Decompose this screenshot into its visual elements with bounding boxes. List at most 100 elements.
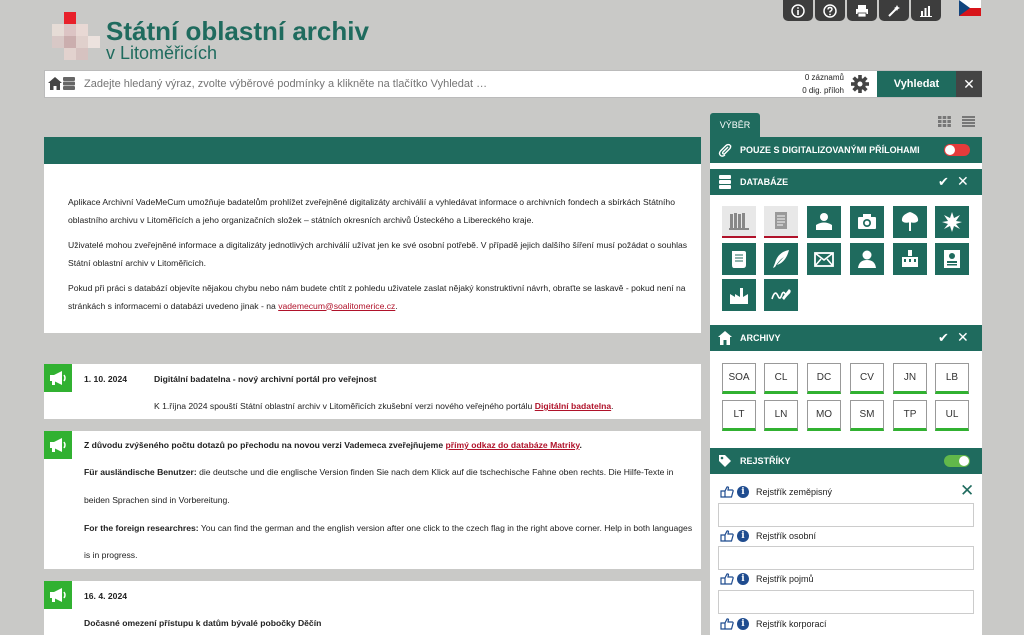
digital-only-header: POUZE S DIGITALIZOVANÝMI PŘÍLOHAMI bbox=[710, 137, 982, 163]
check-all-icon[interactable]: ✔ bbox=[938, 174, 949, 190]
hand-pointer-icon[interactable] bbox=[720, 486, 734, 498]
archive-jn[interactable]: JN bbox=[893, 363, 927, 394]
main-header-bar bbox=[44, 137, 701, 164]
gear-icon[interactable] bbox=[849, 73, 871, 95]
list-view-icon[interactable] bbox=[962, 116, 975, 127]
intro-paragraph: Pokud při práci s databází objevíte něja… bbox=[68, 283, 686, 311]
archive-soa[interactable]: SOA bbox=[722, 363, 756, 394]
hand-pointer-icon[interactable] bbox=[720, 618, 734, 630]
site-subtitle: v Litoměřicích bbox=[106, 43, 218, 63]
portrait-icon[interactable] bbox=[935, 243, 969, 275]
search-button[interactable]: Vyhledat bbox=[877, 71, 956, 97]
news-lead: Z důvodu zvýšeného počtu dotazů po přech… bbox=[84, 440, 582, 450]
books-icon[interactable] bbox=[722, 206, 756, 238]
archive-ul[interactable]: UL bbox=[935, 400, 969, 431]
archive-tp[interactable]: TP bbox=[893, 400, 927, 431]
magic-wand-icon[interactable] bbox=[879, 0, 909, 21]
news-date: 1. 10. 2024 bbox=[84, 374, 128, 384]
attachment-count: 0 dig. příloh bbox=[802, 86, 844, 95]
archive-cv[interactable]: CV bbox=[850, 363, 884, 394]
register-label: Rejstřík korporací bbox=[756, 619, 827, 629]
document-icon[interactable] bbox=[764, 206, 798, 238]
archive-lt[interactable]: LT bbox=[722, 400, 756, 431]
register-label: Rejstřík osobní bbox=[756, 531, 817, 541]
help-icon[interactable] bbox=[815, 0, 845, 21]
archive-mo[interactable]: MO bbox=[807, 400, 841, 431]
clear-search-button[interactable]: ✕ bbox=[956, 71, 982, 97]
news-item: 16. 4. 2024 Dočasné omezení přístupu k d… bbox=[44, 581, 701, 635]
archive-sm[interactable]: SM bbox=[850, 400, 884, 431]
uncheck-all-icon[interactable]: ✕ bbox=[957, 173, 969, 190]
archives-label: ARCHIVY bbox=[740, 333, 781, 343]
info-icon[interactable]: i bbox=[737, 486, 749, 498]
news-text-de-2: beiden Sprachen sind in Vorbereitung. bbox=[84, 495, 230, 505]
matriky-link[interactable]: přímý odkaz do databáze Matriky bbox=[446, 440, 580, 450]
megaphone-icon bbox=[44, 431, 72, 459]
person-icon[interactable] bbox=[850, 243, 884, 275]
reader-icon[interactable] bbox=[807, 206, 841, 238]
seal-icon[interactable] bbox=[935, 206, 969, 238]
news-item: 1. 10. 2024 Digitální badatelna - nový a… bbox=[44, 364, 701, 419]
factory-icon[interactable] bbox=[722, 279, 756, 311]
news-date: 16. 4. 2024 bbox=[84, 591, 128, 601]
registers-label: REJSTŘÍKY bbox=[740, 456, 791, 466]
check-all-icon[interactable]: ✔ bbox=[938, 330, 949, 346]
contact-email-link[interactable]: vademecum@soalitomerice.cz bbox=[278, 301, 395, 311]
registers-toggle[interactable] bbox=[944, 455, 970, 467]
logo[interactable] bbox=[52, 12, 104, 62]
print-icon[interactable] bbox=[847, 0, 877, 21]
megaphone-icon bbox=[44, 364, 72, 392]
archive-dc[interactable]: DC bbox=[807, 363, 841, 394]
tab-vyber[interactable]: VÝBĚR bbox=[710, 113, 760, 137]
databases-label: DATABÁZE bbox=[740, 177, 789, 187]
news-title: Dočasné omezení přístupu k datům bývalé … bbox=[84, 618, 322, 628]
tag-icon bbox=[719, 455, 731, 467]
hand-pointer-icon[interactable] bbox=[720, 573, 734, 585]
scroll-icon[interactable] bbox=[722, 243, 756, 275]
news-text: K 1.října 2024 spouští Státní oblastní a… bbox=[154, 401, 614, 411]
registers-header: REJSTŘÍKY bbox=[710, 448, 982, 474]
news-text-de: Für ausländische Benutzer: die deutsche … bbox=[84, 467, 674, 477]
search-input[interactable] bbox=[84, 71, 784, 97]
news-title: Digitální badatelna - nový archivní port… bbox=[154, 374, 377, 384]
envelope-icon[interactable] bbox=[807, 243, 841, 275]
archive-cl[interactable]: CL bbox=[764, 363, 798, 394]
news-text-en: For the foreign researchres: You can fin… bbox=[84, 523, 693, 533]
feather-icon[interactable] bbox=[764, 243, 798, 275]
digital-badatelna-link[interactable]: Digitální badatelna bbox=[535, 401, 611, 411]
record-count: 0 záznamů bbox=[804, 73, 844, 82]
czech-flag-icon[interactable] bbox=[959, 0, 981, 16]
digital-only-toggle[interactable] bbox=[944, 144, 970, 156]
intro-panel: Aplikace Archivní VadeMeCum umožňuje bad… bbox=[44, 164, 701, 333]
grid-view-icon[interactable] bbox=[938, 116, 951, 127]
home-icon[interactable] bbox=[48, 77, 62, 90]
info-icon[interactable]: i bbox=[737, 618, 749, 630]
register-label: Rejstřík zeměpisný bbox=[756, 487, 833, 497]
info-icon[interactable] bbox=[783, 0, 813, 21]
news-item: Z důvodu zvýšeného počtu dotazů po přech… bbox=[44, 431, 701, 569]
register-label: Rejstřík pojmů bbox=[756, 574, 814, 584]
archive-lb[interactable]: LB bbox=[935, 363, 969, 394]
camera-icon[interactable] bbox=[850, 206, 884, 238]
info-icon[interactable]: i bbox=[737, 573, 749, 585]
paperclip-icon bbox=[718, 143, 732, 157]
database-icon[interactable] bbox=[63, 77, 75, 90]
news-text-en-2: is in progress. bbox=[84, 550, 138, 560]
archive-ln[interactable]: LN bbox=[764, 400, 798, 431]
database-icon bbox=[719, 175, 731, 189]
digital-only-label: POUZE S DIGITALIZOVANÝMI PŘÍLOHAMI bbox=[740, 145, 920, 155]
building-icon[interactable] bbox=[893, 243, 927, 275]
uncheck-all-icon[interactable]: ✕ bbox=[957, 329, 969, 346]
hand-pointer-icon[interactable] bbox=[720, 530, 734, 542]
intro-paragraph: Aplikace Archivní VadeMeCum umožňuje bad… bbox=[68, 197, 675, 225]
chart-icon[interactable] bbox=[911, 0, 941, 21]
register-personal-input[interactable] bbox=[718, 546, 974, 570]
intro-paragraph: Uživatelé mohou zveřejněné informace a d… bbox=[68, 240, 688, 268]
register-terms-input[interactable] bbox=[718, 590, 974, 614]
close-icon[interactable]: ✕ bbox=[960, 481, 974, 501]
tree-icon[interactable] bbox=[893, 206, 927, 238]
register-geographic-input[interactable] bbox=[718, 503, 974, 527]
signature-icon[interactable] bbox=[764, 279, 798, 311]
info-icon[interactable]: i bbox=[737, 530, 749, 542]
megaphone-icon bbox=[44, 581, 72, 609]
